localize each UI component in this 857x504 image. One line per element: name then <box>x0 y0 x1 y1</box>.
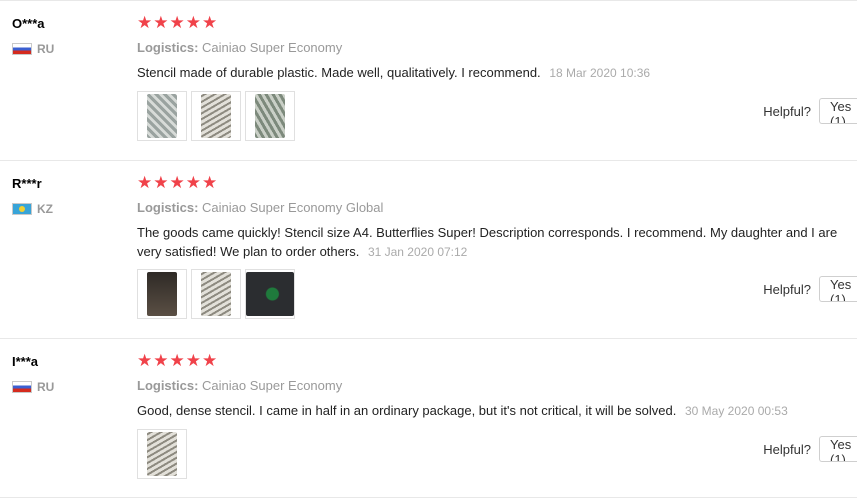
review-image-thumbnail[interactable] <box>191 269 241 319</box>
helpful-label: Helpful? <box>763 281 811 297</box>
photo-preview <box>147 272 177 316</box>
photo-preview <box>147 94 177 138</box>
review-date: 31 Jan 2020 07:12 <box>367 245 468 259</box>
review-image-thumbnail[interactable] <box>137 91 187 141</box>
helpful-section: Helpful? Yes (1) <box>763 436 857 462</box>
review-images <box>137 91 295 141</box>
review-image-thumbnail[interactable] <box>245 91 295 141</box>
review-date: 18 Mar 2020 10:36 <box>549 66 651 80</box>
review-image-thumbnail[interactable] <box>191 91 241 141</box>
reviewer-country: KZ <box>12 202 53 216</box>
helpful-yes-button[interactable]: Yes (1) <box>819 98 857 124</box>
photo-preview <box>255 94 285 138</box>
reviewer-country: RU <box>12 380 54 394</box>
divider <box>0 497 857 498</box>
star-rating: ★★★★★ <box>137 13 219 32</box>
reviewer-name: O***a <box>12 16 45 31</box>
helpful-section: Helpful? Yes (1) <box>763 98 857 124</box>
divider <box>0 338 857 339</box>
reviewer-name: I***a <box>12 354 39 369</box>
helpful-label: Helpful? <box>763 441 811 457</box>
logistics-value: Cainiao Super Economy <box>202 40 343 55</box>
photo-preview <box>147 432 177 476</box>
helpful-yes-button[interactable]: Yes (1) <box>819 436 857 462</box>
review-image-thumbnail[interactable] <box>137 269 187 319</box>
reviewer-country: RU <box>12 42 54 56</box>
photo-preview <box>246 272 294 316</box>
country-code: RU <box>37 42 55 56</box>
reviewer-name: R***r <box>12 176 42 191</box>
logistics-label: Logistics: <box>137 40 199 55</box>
review-images <box>137 429 187 479</box>
logistics-label: Logistics: <box>137 200 199 215</box>
divider <box>0 160 857 161</box>
logistics-info: Logistics: Cainiao Super Economy <box>137 40 342 55</box>
review-text: Stencil made of durable plastic. Made we… <box>137 63 849 83</box>
star-rating: ★★★★★ <box>137 173 219 192</box>
logistics-value: Cainiao Super Economy Global <box>202 200 384 215</box>
helpful-yes-button[interactable]: Yes (1) <box>819 276 857 302</box>
star-rating: ★★★★★ <box>137 351 219 370</box>
review-image-thumbnail[interactable] <box>137 429 187 479</box>
review-text: Good, dense stencil. I came in half in a… <box>137 401 849 421</box>
country-code: RU <box>37 380 55 394</box>
flag-icon <box>12 203 32 215</box>
review-date: 30 May 2020 00:53 <box>685 404 788 418</box>
review-images <box>137 269 295 319</box>
review-image-thumbnail[interactable] <box>245 269 295 319</box>
review-body: Stencil made of durable plastic. Made we… <box>137 65 541 80</box>
logistics-label: Logistics: <box>137 378 199 393</box>
photo-preview <box>201 272 231 316</box>
helpful-section: Helpful? Yes (1) <box>763 276 857 302</box>
review-text: The goods came quickly! Stencil size A4.… <box>137 223 849 262</box>
logistics-info: Logistics: Cainiao Super Economy Global <box>137 200 383 215</box>
photo-preview <box>201 94 231 138</box>
country-code: KZ <box>37 202 53 216</box>
divider <box>0 0 857 1</box>
logistics-info: Logistics: Cainiao Super Economy <box>137 378 342 393</box>
review-body: Good, dense stencil. I came in half in a… <box>137 403 677 418</box>
flag-icon <box>12 381 32 393</box>
helpful-label: Helpful? <box>763 103 811 119</box>
review-body: The goods came quickly! Stencil size A4.… <box>137 225 838 259</box>
logistics-value: Cainiao Super Economy <box>202 378 343 393</box>
flag-icon <box>12 43 32 55</box>
